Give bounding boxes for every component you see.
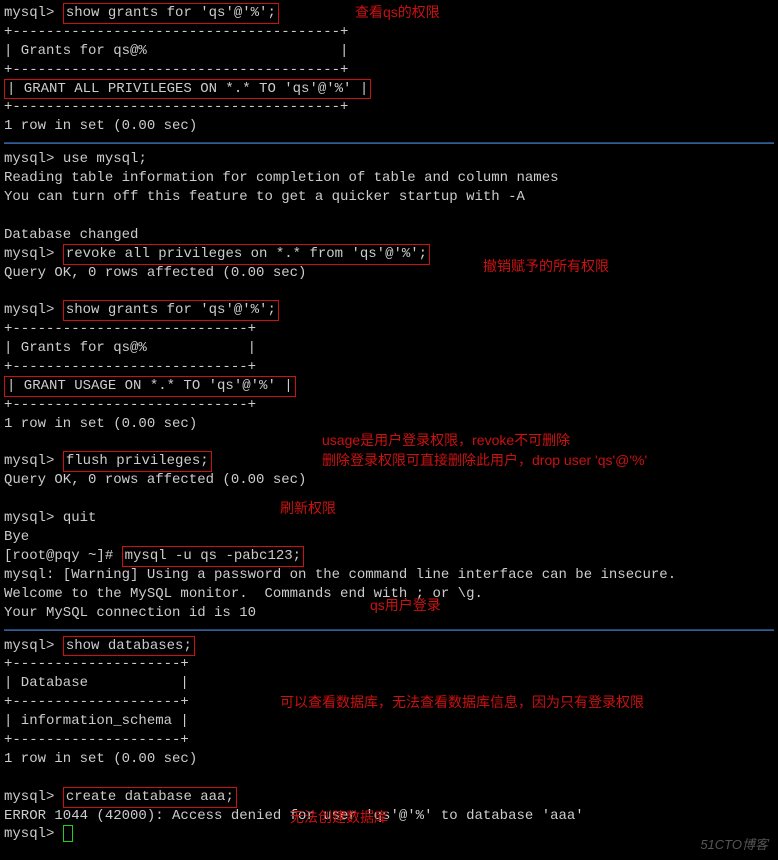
border: +---------------------------------------… bbox=[4, 98, 774, 117]
grants-header-2: | Grants for qs@% | bbox=[4, 339, 774, 358]
prompt: mysql> bbox=[4, 5, 54, 21]
section-divider bbox=[4, 629, 774, 631]
annot-flush: 刷新权限 bbox=[280, 499, 336, 518]
annot-view-grants: 查看qs的权限 bbox=[355, 3, 440, 22]
prompt: mysql> bbox=[4, 453, 54, 469]
prompt: mysql> bbox=[4, 151, 54, 167]
grants-header: | Grants for qs@% | bbox=[4, 42, 774, 61]
annot-revoke: 撤销赋予的所有权限 bbox=[483, 257, 609, 276]
reading-info: Reading table information for completion… bbox=[4, 169, 774, 188]
error-1044: ERROR 1044 (42000): Access denied for us… bbox=[4, 807, 774, 826]
info-schema: | information_schema | bbox=[4, 712, 774, 731]
cmd-quit: quit bbox=[63, 510, 97, 526]
border: +---------------------------------------… bbox=[4, 61, 774, 80]
annot-usage-1: usage是用户登录权限，revoke不可删除 bbox=[322, 431, 570, 450]
cmd-show-db: show databases; bbox=[63, 636, 195, 657]
prompt-shell: [root@pqy ~]# bbox=[4, 548, 113, 564]
prompt: mysql> bbox=[4, 302, 54, 318]
db-changed: Database changed bbox=[4, 226, 774, 245]
border: +--------------------+ bbox=[4, 731, 774, 750]
border: +--------------------+ bbox=[4, 655, 774, 674]
prompt: mysql> bbox=[4, 246, 54, 262]
db-header: | Database | bbox=[4, 674, 774, 693]
section-divider bbox=[4, 142, 774, 144]
cmd-flush: flush privileges; bbox=[63, 451, 212, 472]
annot-showdb: 可以查看数据库，无法查看数据库信息，因为只有登录权限 bbox=[280, 693, 644, 712]
border: +----------------------------+ bbox=[4, 396, 774, 415]
border: +----------------------------+ bbox=[4, 320, 774, 339]
border: +---------------------------------------… bbox=[4, 23, 774, 42]
cursor[interactable] bbox=[63, 825, 73, 842]
terminal-output: mysql> show grants for 'qs'@'%'; +------… bbox=[0, 0, 778, 848]
row-count: 1 row in set (0.00 sec) bbox=[4, 750, 774, 769]
border: +----------------------------+ bbox=[4, 358, 774, 377]
grant-all-row: | GRANT ALL PRIVILEGES ON *.* TO 'qs'@'%… bbox=[4, 79, 371, 100]
cmd-show-grants-1: show grants for 'qs'@'%'; bbox=[63, 3, 279, 24]
prompt: mysql> bbox=[4, 510, 54, 526]
cmd-show-grants-2: show grants for 'qs'@'%'; bbox=[63, 300, 279, 321]
cmd-shell-login: mysql -u qs -pabc123; bbox=[122, 546, 304, 567]
annot-create: 无法创建数据库 bbox=[290, 808, 388, 827]
row-count: 1 row in set (0.00 sec) bbox=[4, 117, 774, 136]
cmd-create-db: create database aaa; bbox=[63, 787, 237, 808]
grant-usage-row: | GRANT USAGE ON *.* TO 'qs'@'%' | bbox=[4, 376, 296, 397]
query-ok: Query OK, 0 rows affected (0.00 sec) bbox=[4, 471, 774, 490]
turn-off: You can turn off this feature to get a q… bbox=[4, 188, 774, 207]
prompt: mysql> bbox=[4, 826, 54, 842]
annot-usage-2: 删除登录权限可直接删除此用户，drop user 'qs'@'%' bbox=[322, 451, 647, 470]
cmd-use-mysql: use mysql; bbox=[63, 151, 147, 167]
cmd-revoke: revoke all privileges on *.* from 'qs'@'… bbox=[63, 244, 430, 265]
prompt: mysql> bbox=[4, 638, 54, 654]
pw-warning: mysql: [Warning] Using a password on the… bbox=[4, 566, 774, 585]
annot-login: qs用户登录 bbox=[370, 596, 441, 615]
watermark: 51CTO博客 bbox=[700, 836, 768, 854]
prompt: mysql> bbox=[4, 789, 54, 805]
query-ok: Query OK, 0 rows affected (0.00 sec) bbox=[4, 264, 774, 283]
bye: Bye bbox=[4, 528, 774, 547]
